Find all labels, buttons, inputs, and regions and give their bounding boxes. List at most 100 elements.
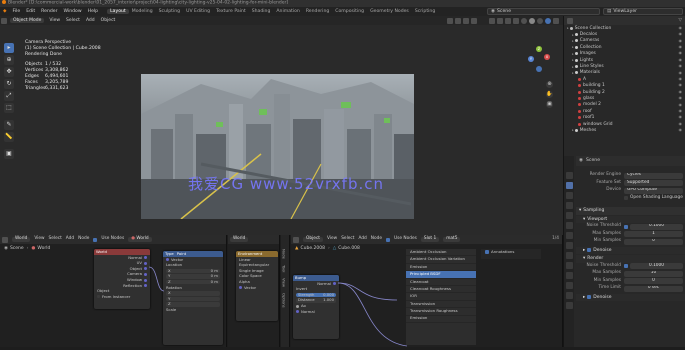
shading-rendered-icon[interactable] (545, 17, 551, 24)
visibility-eye-icon[interactable]: ◉ (679, 70, 683, 76)
object-tab-icon[interactable] (565, 231, 573, 239)
editor-type-icon[interactable] (293, 236, 299, 243)
editor-type-icon[interactable] (2, 236, 8, 243)
feature-set-dropdown[interactable]: Supported (624, 180, 683, 187)
select-tool-icon[interactable]: ▸ (4, 43, 14, 53)
zoom-icon[interactable]: ⊕ (546, 81, 553, 88)
menu-render[interactable]: Render (38, 9, 60, 14)
node-input-item[interactable]: Ambient Occlusion (406, 249, 476, 257)
workspace-tab-animation[interactable]: Animation (273, 9, 302, 14)
render-tab-icon[interactable] (565, 181, 573, 189)
workspace-tab-sculpting[interactable]: Sculpting (156, 9, 183, 14)
device-dropdown[interactable]: GPU Compute (624, 187, 683, 194)
mapping-node[interactable]: Type Point Vector Location X0 m Y0 m Z0 m… (163, 251, 223, 345)
measure-tool-icon[interactable]: 📏 (4, 132, 14, 142)
camera-view-icon[interactable]: ▣ (546, 101, 553, 108)
gizmo-z-axis[interactable]: Z (536, 46, 542, 52)
noise-threshold-vp-checkbox[interactable] (624, 224, 628, 229)
proportional-edit-icon[interactable] (471, 17, 477, 24)
visibility-eye-icon[interactable]: ◉ (679, 102, 683, 108)
outliner-editor-icon[interactable] (567, 17, 573, 24)
breadcrumb-mesh[interactable]: Cube.008 (338, 246, 360, 251)
visibility-eye-icon[interactable]: ◉ (679, 121, 683, 127)
workspace-tab-scripting[interactable]: Scripting (412, 9, 438, 14)
world-use-nodes-checkbox[interactable] (93, 237, 98, 242)
principled-inputs-list[interactable]: Ambient Occlusion Ambient Occlusion Varia… (406, 249, 476, 345)
workspace-tab-uv-editing[interactable]: UV Editing (183, 9, 213, 14)
workspace-tab-compositing[interactable]: Compositing (332, 9, 367, 14)
object-shader-type-dropdown[interactable]: Object (303, 236, 323, 242)
workspace-tab-texture-paint[interactable]: Texture Paint (213, 9, 249, 14)
denoise-subpanel-header[interactable]: ▸ Denoise (576, 293, 685, 301)
visibility-icon[interactable] (489, 17, 495, 24)
node-input-item[interactable]: Ambient Occlusion Variation (406, 256, 476, 264)
node-input-item[interactable]: Transmission (406, 301, 476, 309)
menu-window[interactable]: Window (61, 9, 85, 14)
node-input-item[interactable]: IOR (406, 293, 476, 301)
cursor-tool-icon[interactable]: ⊕ (4, 55, 14, 65)
max-samples-field[interactable]: 10 (624, 270, 683, 277)
breadcrumb-scene[interactable]: Scene (10, 246, 24, 251)
outliner-item[interactable]: ▸ Meshes ◉ (564, 127, 685, 133)
annotations-header[interactable]: Annotations (481, 249, 541, 257)
env-world-field[interactable]: World (230, 236, 249, 242)
transform-orientation-icon[interactable] (447, 17, 453, 24)
open-shading-checkbox[interactable] (624, 196, 628, 201)
visibility-eye-icon[interactable]: ◉ (679, 96, 683, 101)
node-input-item[interactable]: Principled BSDF (406, 271, 476, 279)
xray-toggle-icon[interactable] (513, 17, 519, 24)
noise-threshold-field[interactable]: 0.1000 (630, 263, 683, 270)
viewport-menu-object[interactable]: Object (98, 18, 119, 23)
shading-material-icon[interactable] (537, 17, 543, 24)
workspace-tab-geometry-nodes[interactable]: Geometry Nodes (367, 9, 412, 14)
annotations-checkbox[interactable] (485, 250, 489, 255)
min-samples-vp-field[interactable]: 0 (624, 238, 683, 245)
visibility-eye-icon[interactable]: ◉ (679, 108, 683, 114)
expand-arrow-icon[interactable]: ▸ (567, 26, 569, 30)
visibility-eye-icon[interactable]: ◉ (679, 32, 683, 37)
shading-solid-icon[interactable] (529, 17, 535, 24)
distance-field[interactable]: Distance 1.000 (293, 298, 339, 304)
outliner-filter-icon[interactable]: ▽ (679, 18, 682, 23)
noise-threshold-vp-field[interactable]: 0.1000 (630, 223, 683, 230)
scale-tool-icon[interactable]: ⤢ (4, 91, 14, 101)
material-slot-dropdown[interactable]: Slot 1 (420, 236, 440, 242)
scene-selector[interactable]: ◉ Scene (487, 8, 600, 15)
physics-tab-icon[interactable] (565, 261, 573, 269)
object-menu-add[interactable]: Add (356, 236, 368, 242)
pivot-icon[interactable] (455, 17, 461, 24)
expand-arrow-icon[interactable]: ▸ (572, 52, 574, 56)
render-subpanel-header[interactable]: ▾ Render (576, 255, 685, 263)
editor-type-icon[interactable] (1, 17, 7, 24)
node-input-item[interactable]: Transmission Roughness (406, 308, 476, 316)
visibility-eye-icon[interactable]: ◉ (679, 25, 683, 31)
constraints-tab-icon[interactable] (565, 271, 573, 279)
visibility-eye-icon[interactable]: ◉ (679, 128, 683, 133)
denoise-vp-subpanel-header[interactable]: ▸ Denoise (576, 246, 685, 254)
sidebar-tab-options[interactable]: Options (281, 293, 286, 308)
world-menu-add[interactable]: Add (64, 236, 76, 242)
node-input-item[interactable]: Clearcoat Roughness (406, 286, 476, 294)
world-menu-view[interactable]: View (32, 236, 46, 242)
menu-help[interactable]: Help (85, 9, 101, 14)
material-datablock-field[interactable]: mat5 (443, 236, 461, 242)
viewport-menu-add[interactable]: Add (83, 18, 98, 23)
gizmo-x-axis[interactable]: X (544, 54, 550, 60)
expand-arrow-icon[interactable]: ▸ (572, 71, 574, 75)
data-tab-icon[interactable] (565, 281, 573, 289)
menu-file[interactable]: File (10, 9, 24, 14)
shading-wireframe-icon[interactable] (521, 17, 527, 24)
material-tab-icon[interactable] (565, 291, 573, 299)
object-use-nodes-checkbox[interactable] (386, 237, 391, 242)
world-datablock-field[interactable]: ● World (128, 236, 152, 242)
visibility-eye-icon[interactable]: ◉ (679, 44, 683, 50)
annotate-tool-icon[interactable]: ✎ (4, 120, 14, 130)
render-engine-dropdown[interactable]: Cycles (624, 172, 683, 179)
move-tool-icon[interactable]: ✥ (4, 67, 14, 77)
snap-icon[interactable] (463, 17, 469, 24)
max-samples-vp-field[interactable]: 1 (624, 231, 683, 238)
tool-tab-icon[interactable] (565, 171, 573, 179)
navigation-gizmo[interactable]: Z X Y (526, 46, 552, 76)
expand-arrow-icon[interactable]: ▸ (572, 39, 574, 43)
world-node-editor[interactable]: World View Select Add Node Use Nodes ● W… (0, 235, 227, 347)
